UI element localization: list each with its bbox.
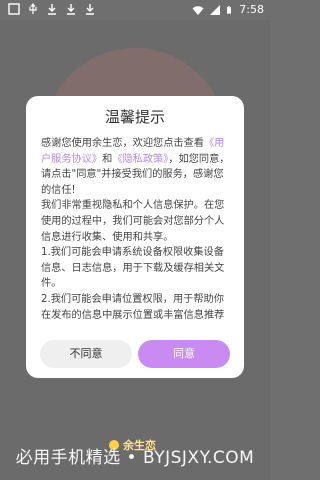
- dialog-body: 感谢您使用余生恋，欢迎您点击查看《用户服务协议》和《隐私政策》，如您同意，请点击…: [41, 136, 231, 338]
- status-bar: 7:58: [0, 0, 270, 20]
- privacy-policy-link[interactable]: 《隐私政策》: [112, 154, 168, 165]
- wifi-icon: [192, 5, 204, 15]
- clock: 7:58: [239, 3, 264, 16]
- and-text: 和: [102, 153, 113, 165]
- dialog-paragraph-location: 2.我们可能会申请位置权限，用于帮助你在发布的信息中展示位置或丰富信息推荐: [41, 293, 225, 321]
- dialog-paragraph-intro: 感谢您使用余生恋，欢迎您点击查看《用户服务协议》和《隐私政策》，如您同意，请点击…: [41, 136, 231, 198]
- dialog-paragraph-privacy: 我们非常重视隐私和个人信息保护。在您使用的过程中，我们可能会对您部分个人信息进行…: [41, 200, 225, 243]
- watermark-text: 必用手机精选 • BYJSJXY.COM: [15, 448, 255, 468]
- battery-icon: [227, 5, 232, 14]
- dialog-paragraph-storage: 1.我们可能会申请系统设备权限收集设备信息、日志信息，用于下载及缓存相关文件。: [41, 247, 225, 290]
- signal-icon: [210, 4, 221, 15]
- dialog-title: 温馨提示: [104, 108, 165, 126]
- intro-text: 感谢您使用余生恋，欢迎您点击查看: [41, 138, 204, 149]
- disagree-button[interactable]: 不同意: [40, 340, 132, 368]
- privacy-dialog: 温馨提示 感谢您使用余生恋，欢迎您点击查看《用户服务协议》和《隐私政策》，如您同…: [26, 96, 244, 378]
- download-icon: [86, 4, 94, 15]
- status-right-icons: 7:58: [192, 3, 264, 16]
- status-left-icons: [8, 3, 96, 15]
- download-icon: [48, 4, 56, 15]
- agree-button[interactable]: 同意: [138, 340, 230, 368]
- download-icon: [67, 4, 75, 15]
- usb-icon: [29, 3, 37, 14]
- screenshot-icon: [8, 3, 20, 15]
